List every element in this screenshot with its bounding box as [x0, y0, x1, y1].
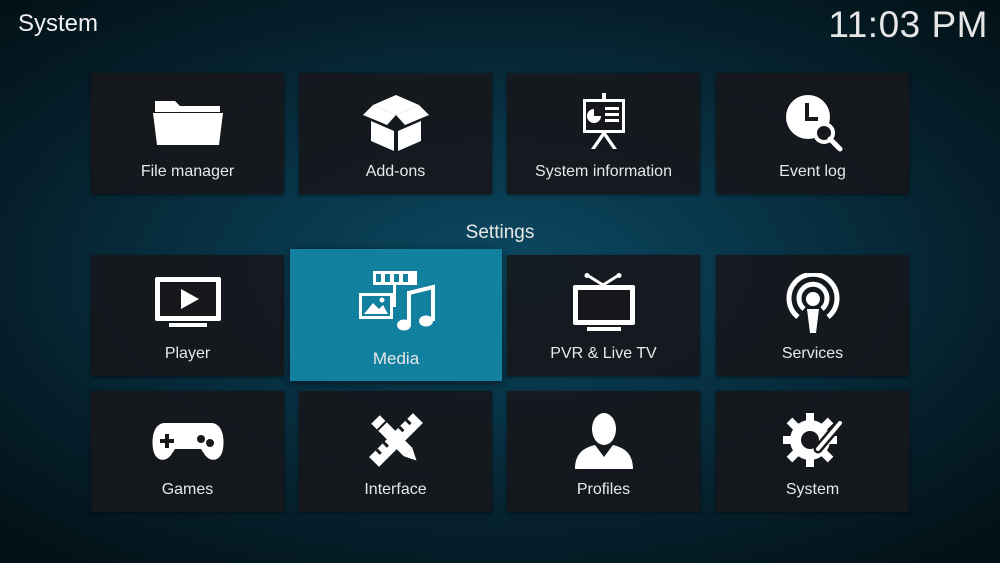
- tile-label: Profiles: [576, 481, 631, 498]
- tile-event-log[interactable]: Event log: [716, 73, 909, 194]
- clock-search-icon: [716, 91, 909, 153]
- tile-label: Media: [372, 349, 420, 368]
- section-heading-settings: Settings: [465, 222, 535, 243]
- tile-label: PVR & Live TV: [550, 345, 657, 362]
- open-box-icon: [299, 91, 492, 153]
- media-library-icon: [290, 269, 502, 335]
- tile-file-manager[interactable]: File manager: [91, 73, 284, 194]
- tile-services[interactable]: Services: [716, 255, 909, 376]
- folder-icon: [91, 91, 284, 153]
- tile-label: System: [785, 481, 840, 498]
- tile-games[interactable]: Games: [91, 391, 284, 512]
- tile-interface[interactable]: Interface: [299, 391, 492, 512]
- tile-label: Services: [781, 345, 844, 362]
- tile-label: Add-ons: [365, 163, 426, 180]
- presentation-board-icon: [507, 91, 700, 153]
- tile-label: Games: [161, 481, 214, 498]
- tile-label: Interface: [364, 481, 427, 498]
- tile-system-information[interactable]: System information: [507, 73, 700, 194]
- pencil-ruler-icon: [299, 409, 492, 471]
- antenna-tv-icon: [507, 273, 700, 335]
- tile-pvr-live-tv[interactable]: PVR & Live TV: [507, 255, 700, 376]
- window-title: System: [18, 10, 99, 37]
- broadcast-icon: [716, 273, 909, 335]
- tile-system[interactable]: System: [716, 391, 909, 512]
- tile-label: System information: [535, 163, 672, 180]
- gear-wrench-icon: [716, 409, 909, 471]
- gamepad-icon: [91, 409, 284, 471]
- tile-player[interactable]: Player: [91, 255, 284, 376]
- tile-label: Player: [164, 345, 211, 362]
- tile-label: File manager: [140, 163, 235, 180]
- tile-media[interactable]: Media: [290, 249, 502, 381]
- clock: 11:03 PM: [828, 4, 988, 45]
- tile-profiles[interactable]: Profiles: [507, 391, 700, 512]
- tv-play-icon: [91, 273, 284, 335]
- person-icon: [507, 409, 700, 471]
- tile-label: Event log: [779, 163, 846, 180]
- tile-add-ons[interactable]: Add-ons: [299, 73, 492, 194]
